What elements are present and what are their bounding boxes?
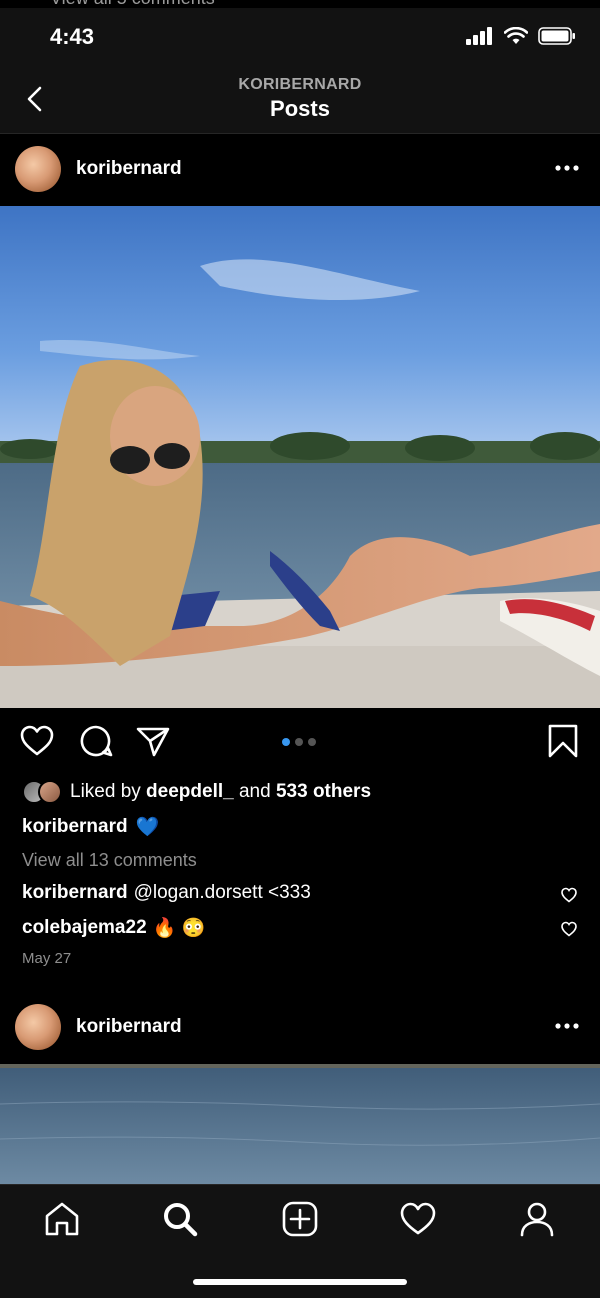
home-icon[interactable] xyxy=(42,1199,82,1239)
liker-username[interactable]: deepdell_ xyxy=(146,781,234,802)
avatar[interactable] xyxy=(15,146,61,192)
battery-icon xyxy=(538,27,575,45)
likes-row[interactable]: Liked by deepdell_ and 533 others xyxy=(22,778,371,806)
more-options-icon[interactable] xyxy=(554,158,580,178)
carousel-dot xyxy=(308,738,316,746)
new-post-icon[interactable] xyxy=(280,1199,320,1239)
status-time: 4:43 xyxy=(50,24,95,49)
page-title: Posts xyxy=(270,96,330,121)
likes-others-count[interactable]: 533 others xyxy=(276,781,371,802)
carousel-indicator xyxy=(282,738,316,746)
post-date: May 27 xyxy=(22,950,72,967)
photo-illustration xyxy=(0,206,600,708)
comment-username[interactable]: koribernard xyxy=(22,882,128,904)
profile-username-subtitle: KORIBERNARD xyxy=(238,76,362,93)
comment-bubble-icon[interactable] xyxy=(77,722,115,760)
comment-username[interactable]: colebajema22 xyxy=(22,917,147,939)
share-send-icon[interactable] xyxy=(134,722,172,760)
comment-item: colebajema22 🔥 😳 xyxy=(22,916,205,940)
liker-avatar xyxy=(38,780,62,804)
activity-heart-icon[interactable] xyxy=(398,1199,438,1239)
wifi-icon xyxy=(504,27,528,44)
post-username[interactable]: koribernard xyxy=(76,158,182,180)
nav-header: KORIBERNARD Posts xyxy=(0,64,600,134)
previous-view-comments: View all 5 comments xyxy=(50,0,215,8)
status-icons xyxy=(466,27,576,45)
likes-prefix: Liked by xyxy=(70,781,147,802)
post-actions xyxy=(0,718,600,768)
home-indicator[interactable] xyxy=(193,1279,407,1285)
previous-post-remnant: View all 5 comments xyxy=(0,0,600,8)
like-heart-icon[interactable] xyxy=(18,722,56,760)
cellular-signal-icon xyxy=(466,27,492,45)
profile-icon[interactable] xyxy=(517,1199,557,1239)
comment-text: @logan.dorsett <333 xyxy=(133,882,311,903)
comment-like-heart-icon[interactable] xyxy=(560,920,578,938)
avatar[interactable] xyxy=(15,1004,61,1050)
status-bar: 4:43 xyxy=(0,8,600,64)
likes-middle: and xyxy=(233,781,276,802)
comment-like-heart-icon[interactable] xyxy=(560,886,578,904)
likes-text: Liked by deepdell_ and 533 others xyxy=(70,781,371,803)
next-post-header: koribernard xyxy=(0,994,600,1064)
comment-text: 🔥 😳 xyxy=(152,918,206,939)
caption-username[interactable]: koribernard xyxy=(22,816,128,838)
post-username[interactable]: koribernard xyxy=(76,1016,182,1038)
next-post-photo[interactable] xyxy=(0,1064,600,1184)
caption-text: 💙 xyxy=(135,817,160,838)
post-photo[interactable] xyxy=(0,206,600,708)
search-icon[interactable] xyxy=(160,1199,200,1239)
carousel-dot-active xyxy=(282,738,290,746)
bottom-tab-bar xyxy=(0,1184,600,1298)
post-header: koribernard xyxy=(0,136,600,206)
comment-item: koribernard @logan.dorsett <333 xyxy=(22,882,311,904)
next-photo-illustration xyxy=(0,1064,600,1184)
view-all-comments-link[interactable]: View all 13 comments xyxy=(22,850,197,871)
save-bookmark-icon[interactable] xyxy=(544,722,582,760)
more-options-icon[interactable] xyxy=(554,1016,580,1036)
carousel-dot xyxy=(295,738,303,746)
caption: koribernard 💙 xyxy=(22,815,159,839)
